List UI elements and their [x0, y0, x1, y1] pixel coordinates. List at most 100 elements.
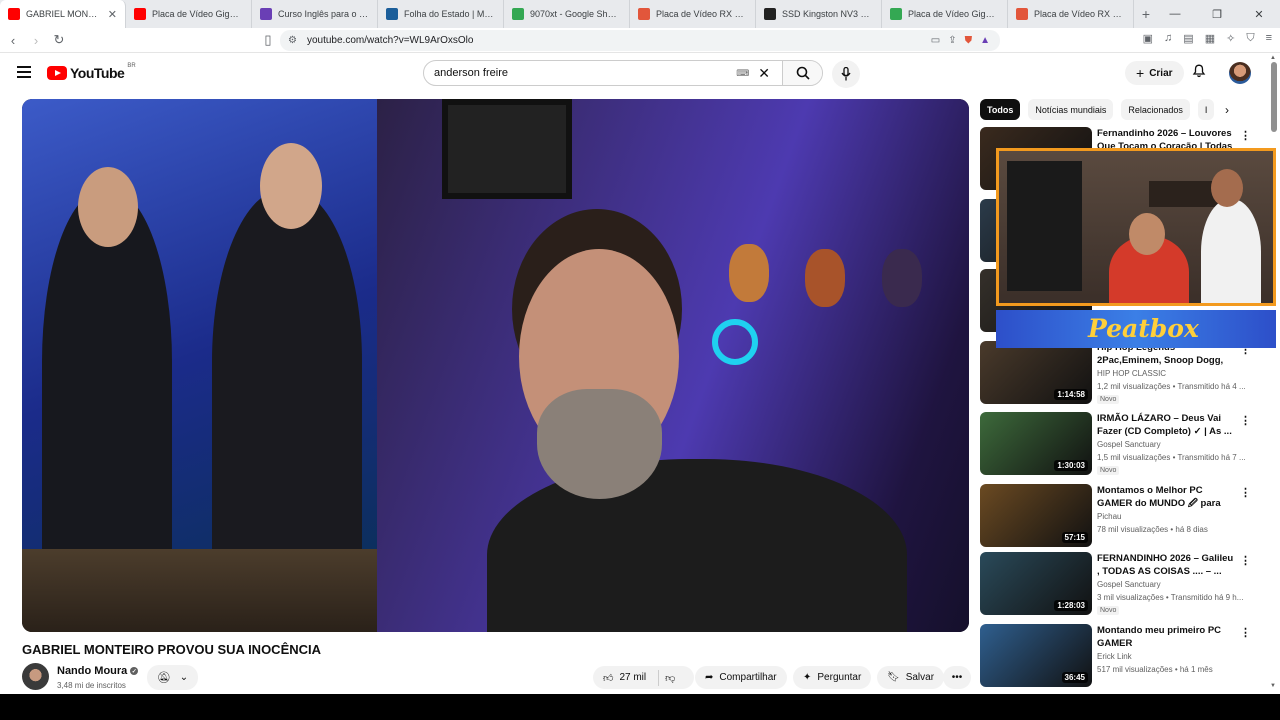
- search-box[interactable]: anderson freire ⌨ ✕: [423, 60, 823, 86]
- filter-chips: Todos Notícias mundiais Relacionados I: [980, 99, 1215, 120]
- browser-tab[interactable]: Placa de Vídeo RX 9070 XT: [1008, 0, 1134, 28]
- close-tab-icon[interactable]: ✕: [108, 8, 117, 21]
- recommended-video-title[interactable]: Montando meu primeiro PC GAMER: [1097, 624, 1237, 650]
- recommended-video-title[interactable]: FERNANDINHO 2026 – Galileu , TODAS AS CO…: [1097, 552, 1237, 578]
- voice-search-button[interactable]: [832, 60, 860, 88]
- scroll-up-arrow-icon[interactable]: ▲: [1270, 55, 1276, 61]
- close-window-icon[interactable]: ✕: [1238, 0, 1280, 28]
- recommended-channel[interactable]: Gospel Sanctuary: [1097, 440, 1161, 449]
- filter-chip[interactable]: Relacionados: [1121, 99, 1190, 120]
- address-bar[interactable]: ⚙ youtube.com/watch?v=WL9ArOxsOlo ▭ ⇪ ⛊ …: [280, 30, 1000, 51]
- search-button[interactable]: [782, 61, 822, 85]
- browser-tab[interactable]: SSD Kingston NV3 1TB M: [756, 0, 882, 28]
- browser-tab[interactable]: Placa de Vídeo Gigabyte R: [126, 0, 252, 28]
- recommended-video[interactable]: 36:45 Montando meu primeiro PC GAMER Erick…: [980, 624, 1251, 688]
- page-scrollbar[interactable]: [1271, 62, 1277, 132]
- ask-button[interactable]: ✦ Perguntar: [793, 666, 872, 689]
- recommended-meta: 517 mil visualizações • há 1 mês: [1097, 665, 1213, 674]
- browser-tab[interactable]: Folha do Estado | Mulher a: [378, 0, 504, 28]
- more-vertical-icon[interactable]: ⋮: [1240, 554, 1251, 567]
- create-button[interactable]: + Criar: [1125, 61, 1184, 85]
- video-player[interactable]: [22, 99, 969, 632]
- share-page-icon[interactable]: ⇪: [948, 35, 956, 46]
- share-button[interactable]: ➦ Compartilhar: [695, 666, 787, 689]
- video-thumbnail[interactable]: 36:45: [980, 624, 1092, 687]
- site-info-icon[interactable]: ⚙: [288, 35, 297, 46]
- brave-shield-icon[interactable]: ⛊: [965, 35, 973, 46]
- subscribed-notifications-button[interactable]: 🔕︎ ⌄: [147, 665, 198, 690]
- video-thumbnail[interactable]: 1:30:03: [980, 412, 1092, 475]
- filter-chip[interactable]: I: [1197, 99, 1215, 120]
- browser-tab[interactable]: Placa de Vídeo Gigabyte R: [882, 0, 1008, 28]
- user-avatar[interactable]: [1229, 62, 1251, 84]
- recommended-meta: 1,5 mil visualizações • Transmitido há 7…: [1097, 453, 1246, 462]
- overlay-logo-text: Peatbox: [1088, 314, 1199, 343]
- recommended-video[interactable]: 1:30:03 IRMÃO LÁZARO – Deus Vai Fazer (CD…: [980, 412, 1251, 476]
- browser-tab[interactable]: 9070xt - Google Shopping: [504, 0, 630, 28]
- recommended-video-title[interactable]: IRMÃO LÁZARO – Deus Vai Fazer (CD Comple…: [1097, 412, 1237, 438]
- video-neon-ring: [712, 319, 758, 365]
- recommended-channel-text: HIP HOP CLASSIC: [1097, 369, 1167, 378]
- browser-menu-icon[interactable]: ≡: [1266, 32, 1272, 45]
- like-button[interactable]: 👍︎ 27 mil: [603, 672, 646, 684]
- webcam-face-1: [1129, 213, 1165, 255]
- video-frame-left: [22, 99, 377, 549]
- minimize-icon[interactable]: —: [1154, 0, 1196, 28]
- search-input[interactable]: anderson freire: [434, 67, 736, 79]
- leo-icon[interactable]: ✧: [1226, 32, 1235, 45]
- video-thumbnail[interactable]: 1:28:03: [980, 552, 1092, 615]
- more-vertical-icon[interactable]: ⋮: [1240, 626, 1251, 639]
- browser-tab[interactable]: Placa de Vídeo RX 9070 XT: [630, 0, 756, 28]
- cast-icon[interactable]: ▭: [931, 35, 940, 46]
- vpn-icon[interactable]: ⛉: [1246, 32, 1254, 45]
- more-vertical-icon[interactable]: ⋮: [1240, 129, 1251, 142]
- youtube-logo[interactable]: YouTube BR: [47, 63, 136, 81]
- tab-title: Placa de Vídeo Gigabyte R: [908, 9, 999, 19]
- notifications-bell-icon[interactable]: [1192, 63, 1206, 81]
- reload-icon[interactable]: ↻: [49, 32, 69, 48]
- save-button[interactable]: 🔖︎ Salvar: [877, 666, 945, 689]
- clear-search-icon[interactable]: ✕: [758, 65, 770, 82]
- more-actions-button[interactable]: •••: [943, 666, 971, 689]
- restore-icon[interactable]: ❐: [1196, 0, 1238, 28]
- dislike-button[interactable]: 👎︎: [665, 672, 675, 684]
- music-icon[interactable]: ♫: [1164, 32, 1172, 45]
- recommended-channel[interactable]: HIP HOP CLASSIC: [1097, 369, 1166, 378]
- channel-avatar[interactable]: [22, 663, 49, 690]
- video-host-body: [487, 459, 907, 632]
- browser-tab-bar: GABRIEL MONTEIRO P ✕ Placa de Vídeo Gigaby…: [0, 0, 1280, 28]
- chevron-right-icon[interactable]: ›: [1225, 103, 1229, 117]
- bell-off-icon: 🔕︎: [156, 672, 171, 684]
- scroll-down-arrow-icon[interactable]: ▼: [1270, 683, 1276, 689]
- browser-tab[interactable]: Curso Inglês para o Mund: [252, 0, 378, 28]
- video-thumbnail[interactable]: 1:14:58: [980, 341, 1092, 404]
- wallet-icon[interactable]: ▦: [1205, 32, 1215, 45]
- more-vertical-icon[interactable]: ⋮: [1240, 414, 1251, 427]
- hamburger-menu-icon[interactable]: [17, 66, 31, 78]
- keyboard-icon[interactable]: ⌨: [736, 68, 749, 79]
- filter-chip[interactable]: Notícias mundiais: [1028, 99, 1114, 120]
- channel-name[interactable]: Nando Moura ✓: [57, 665, 139, 677]
- recommended-video[interactable]: 57:15 Montamos o Melhor PC GAMER do MUNDO…: [980, 484, 1251, 548]
- bookmark-icon[interactable]: ▯: [258, 32, 278, 48]
- sidebar-toggle-icon[interactable]: ▣: [1143, 32, 1153, 45]
- tab-favicon-icon: [134, 8, 146, 20]
- browser-tab[interactable]: GABRIEL MONTEIRO P ✕: [0, 0, 126, 28]
- video-thumbnail[interactable]: 57:15: [980, 484, 1092, 547]
- filter-chip[interactable]: Todos: [980, 99, 1021, 120]
- recommended-video[interactable]: 1:28:03 FERNANDINHO 2026 – Galileu , TODA…: [980, 552, 1251, 616]
- recommended-channel[interactable]: Erick Link: [1097, 652, 1132, 661]
- recommended-video[interactable]: 1:14:58Hip Hop Legends 2Pac,Eminem, Snoo…: [980, 341, 1251, 405]
- forward-icon[interactable]: ›: [26, 33, 46, 48]
- webcam-door: [1007, 161, 1082, 291]
- tab-favicon-icon: [260, 8, 272, 20]
- recommended-channel[interactable]: Pichau: [1097, 512, 1121, 521]
- verified-icon: ✓: [130, 667, 139, 675]
- more-vertical-icon[interactable]: ⋮: [1240, 486, 1251, 499]
- reader-icon[interactable]: ▤: [1183, 32, 1193, 45]
- recommended-channel[interactable]: Gospel Sanctuary: [1097, 580, 1161, 589]
- rewards-icon[interactable]: ▲: [980, 35, 990, 46]
- back-icon[interactable]: ‹: [3, 33, 23, 48]
- thumbs-down-icon: 👎︎: [665, 672, 676, 684]
- recommended-video-title[interactable]: Montamos o Melhor PC GAMER do MUNDO 🖉 pa…: [1097, 484, 1237, 510]
